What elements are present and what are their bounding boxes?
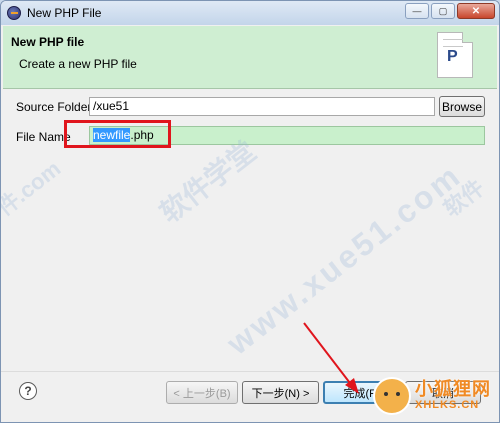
site-logo: 小狐狸网 XHLKS.CN [367, 369, 499, 422]
site-logo-cn: 小狐狸网 [415, 379, 491, 399]
new-php-file-dialog: New PHP File — ▢ ✕ New PHP file Create a… [0, 0, 500, 423]
site-logo-en: XHLKS.CN [415, 399, 480, 411]
fox-logo-icon [373, 377, 411, 415]
annotation-arrow [303, 322, 359, 394]
